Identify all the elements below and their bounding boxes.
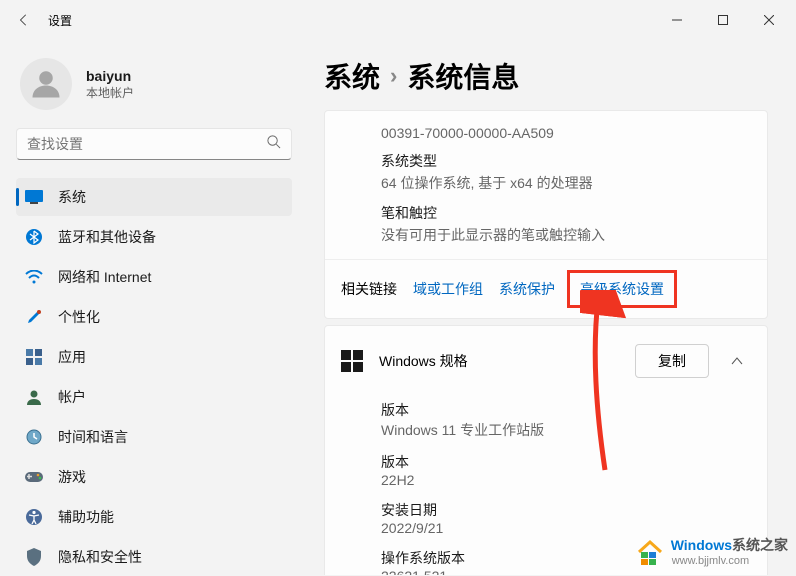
close-button[interactable] (746, 0, 792, 40)
nav-item-bluetooth[interactable]: 蓝牙和其他设备 (16, 218, 292, 256)
nav-label: 游戏 (58, 467, 86, 487)
titlebar: 设置 (0, 0, 796, 40)
link-advanced-system-settings[interactable]: 高级系统设置 (567, 270, 677, 308)
chevron-right-icon: › (390, 63, 397, 89)
nav-item-accounts[interactable]: 帐户 (16, 378, 292, 416)
install-date-label: 安装日期 (381, 500, 751, 520)
shield-icon (24, 547, 44, 567)
time-icon (24, 427, 44, 447)
system-type-label: 系统类型 (381, 151, 751, 171)
search-icon (266, 134, 281, 154)
windows-logo-icon (341, 350, 363, 372)
nav-item-accessibility[interactable]: 辅助功能 (16, 498, 292, 536)
edition-value: Windows 11 专业工作站版 (381, 420, 751, 440)
user-type: 本地帐户 (86, 84, 134, 101)
content-area: 系统 › 系统信息 00391-70000-00000-AA509 系统类型 6… (300, 40, 796, 575)
device-info-card: 00391-70000-00000-AA509 系统类型 64 位操作系统, 基… (324, 110, 768, 319)
version-value: 22H2 (381, 472, 751, 488)
link-system-protection[interactable]: 系统保护 (499, 279, 555, 299)
nav-label: 系统 (58, 187, 86, 207)
user-name: baiyun (86, 68, 134, 84)
bluetooth-icon (24, 227, 44, 247)
edition-label: 版本 (381, 400, 751, 420)
user-icon (24, 387, 44, 407)
watermark-logo-icon (633, 536, 667, 566)
pen-touch-value: 没有可用于此显示器的笔或触控输入 (381, 225, 751, 245)
apps-icon (24, 347, 44, 367)
nav-item-system[interactable]: 系统 (16, 178, 292, 216)
nav-label: 蓝牙和其他设备 (58, 227, 156, 247)
brush-icon (24, 307, 44, 327)
nav-item-gaming[interactable]: 游戏 (16, 458, 292, 496)
user-section[interactable]: baiyun 本地帐户 (16, 50, 292, 128)
back-button[interactable] (4, 0, 44, 40)
links-label: 相关链接 (341, 279, 397, 299)
minimize-button[interactable] (654, 0, 700, 40)
nav-item-personalization[interactable]: 个性化 (16, 298, 292, 336)
watermark-brand2: 系统之家 (732, 537, 788, 553)
window-title: 设置 (48, 12, 72, 29)
nav-item-apps[interactable]: 应用 (16, 338, 292, 376)
maximize-button[interactable] (700, 0, 746, 40)
copy-button[interactable]: 复制 (635, 344, 709, 378)
breadcrumb-parent[interactable]: 系统 (324, 56, 380, 96)
install-date-value: 2022/9/21 (381, 520, 751, 536)
nav-label: 辅助功能 (58, 507, 114, 527)
search-input[interactable] (27, 136, 266, 152)
breadcrumb: 系统 › 系统信息 (324, 56, 768, 96)
pen-touch-label: 笔和触控 (381, 203, 751, 223)
watermark-brand1: Windows (671, 537, 732, 553)
nav-label: 个性化 (58, 307, 100, 327)
nav-item-privacy[interactable]: 隐私和安全性 (16, 538, 292, 576)
watermark-url: www.bjjmlv.com (672, 555, 788, 567)
game-icon (24, 467, 44, 487)
sidebar: baiyun 本地帐户 系统 蓝牙和其他设备 网络和 Internet (0, 40, 300, 575)
search-box[interactable] (16, 128, 292, 160)
nav-label: 隐私和安全性 (58, 547, 142, 567)
product-id-value: 00391-70000-00000-AA509 (381, 125, 751, 141)
os-build-value: 22621.521 (381, 568, 751, 575)
nav-label: 网络和 Internet (58, 267, 151, 287)
breadcrumb-current: 系统信息 (407, 56, 519, 96)
accessibility-icon (24, 507, 44, 527)
avatar (20, 58, 72, 110)
related-links-row: 相关链接 域或工作组 系统保护 高级系统设置 (325, 259, 767, 318)
nav-label: 帐户 (58, 387, 86, 407)
nav-label: 应用 (58, 347, 86, 367)
watermark: Windows系统之家 www.bjjmlv.com (633, 535, 788, 567)
window-controls (654, 0, 792, 40)
wifi-icon (24, 267, 44, 287)
specs-header[interactable]: Windows 规格 复制 (325, 326, 767, 396)
nav-label: 时间和语言 (58, 427, 128, 447)
nav-item-time-language[interactable]: 时间和语言 (16, 418, 292, 456)
nav-list: 系统 蓝牙和其他设备 网络和 Internet 个性化 应用 帐户 (16, 178, 292, 576)
nav-item-network[interactable]: 网络和 Internet (16, 258, 292, 296)
version-label: 版本 (381, 452, 751, 472)
link-domain-workgroup[interactable]: 域或工作组 (413, 279, 483, 299)
system-type-value: 64 位操作系统, 基于 x64 的处理器 (381, 173, 751, 193)
system-icon (24, 187, 44, 207)
chevron-up-icon[interactable] (723, 357, 751, 365)
specs-title: Windows 规格 (379, 351, 635, 371)
